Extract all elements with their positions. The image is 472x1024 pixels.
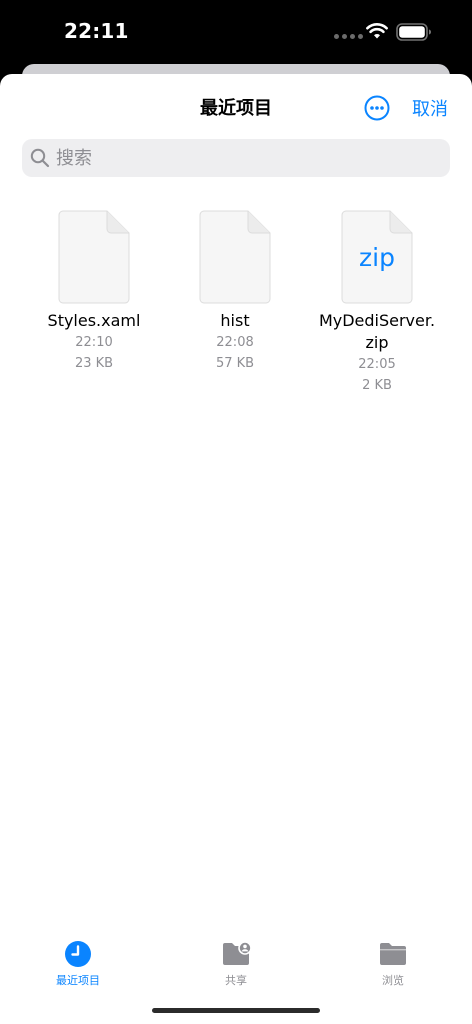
file-name: hist [220, 311, 250, 330]
wifi-icon [366, 23, 388, 39]
tab-label: 浏览 [382, 974, 404, 987]
tab-browse[interactable]: 浏览 [333, 940, 453, 988]
status-bar: 22:11 [0, 0, 472, 64]
tab-recents[interactable]: 最近项目 [18, 940, 138, 988]
search-input[interactable] [56, 139, 436, 177]
cancel-button[interactable]: 取消 [412, 95, 448, 121]
shared-folder-icon [223, 941, 251, 965]
cellular-signal-icon [334, 34, 363, 39]
search-icon [30, 148, 50, 168]
file-item-styles-xaml[interactable]: Styles.xaml 22:10 23 KB [24, 210, 164, 374]
document-icon [58, 210, 130, 304]
file-name: Styles.xaml [47, 311, 141, 330]
more-options-button[interactable] [364, 95, 390, 121]
tab-label: 共享 [225, 974, 247, 987]
file-picker-sheet: 最近项目 取消 Styles.xaml 22:10 23 KB hist 22:… [0, 74, 472, 1024]
tab-shared[interactable]: 共享 [176, 940, 296, 988]
page-title: 最近项目 [200, 98, 272, 119]
file-size: 2 KB [362, 378, 392, 393]
zip-document-icon: zip [341, 210, 413, 304]
file-name: MyDediServer. zip [318, 311, 436, 352]
tab-label: 最近项目 [56, 974, 100, 987]
file-size: 23 KB [74, 356, 114, 371]
status-time: 22:11 [64, 19, 129, 43]
zip-badge: zip [359, 243, 395, 272]
document-icon [199, 210, 271, 304]
clock-icon [65, 941, 91, 967]
search-bar[interactable] [22, 139, 450, 177]
file-time: 22:08 [216, 335, 254, 350]
battery-icon [396, 23, 431, 41]
folder-icon [380, 943, 406, 965]
file-time: 22:10 [75, 335, 113, 350]
file-size: 57 KB [215, 356, 255, 371]
file-time: 22:05 [358, 357, 396, 372]
file-item-mydediserver-zip[interactable]: zip MyDediServer. zip 22:05 2 KB [307, 210, 447, 396]
home-indicator[interactable] [152, 1008, 320, 1013]
file-item-hist[interactable]: hist 22:08 57 KB [165, 210, 305, 374]
